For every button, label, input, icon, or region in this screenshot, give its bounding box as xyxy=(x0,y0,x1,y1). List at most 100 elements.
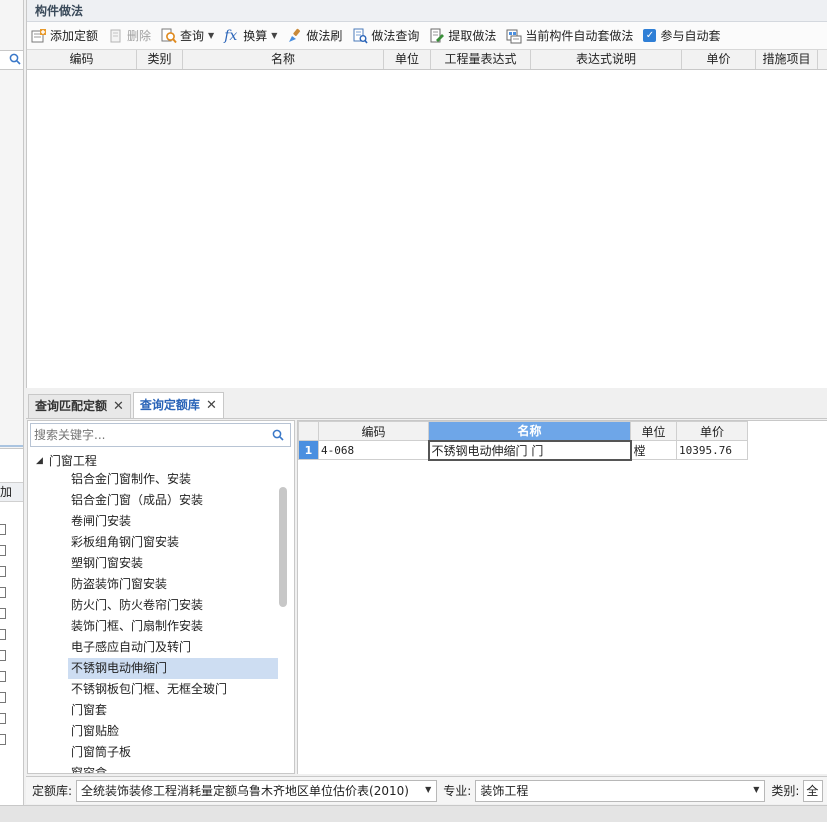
col-header-unit[interactable]: 单位 xyxy=(630,421,677,441)
close-icon[interactable]: ✕ xyxy=(206,394,217,417)
col-header-name[interactable]: 名称 xyxy=(183,50,384,69)
chevron-down-icon[interactable]: ▼ xyxy=(753,785,759,794)
quota-filter-bar: 定额库: 全统装饰装修工程消耗量定额乌鲁木齐地区单位估价表(2010) ▼ 专业… xyxy=(26,776,827,804)
check-icon[interactable]: ✓ xyxy=(643,29,657,42)
tree-item[interactable]: 窗帘盒 xyxy=(68,763,278,773)
method-brush-button[interactable]: 做法刷 xyxy=(287,27,342,44)
tree-item[interactable]: 装饰门框、门扇制作安装 xyxy=(68,616,278,637)
row-checkbox[interactable] xyxy=(0,629,6,640)
extract-method-button[interactable]: 提取做法 xyxy=(429,27,496,44)
cell-name[interactable]: 不锈钢电动伸缩门 门 xyxy=(427,439,632,461)
major-label: 专业: xyxy=(443,784,472,798)
col-header-category[interactable]: 类别 xyxy=(137,50,183,69)
col-header-price[interactable]: 单价 xyxy=(682,50,756,69)
search-icon[interactable] xyxy=(9,53,21,65)
delete-icon xyxy=(110,29,121,42)
cell-unit[interactable]: 樘 xyxy=(630,440,677,460)
col-header-name[interactable]: 名称 xyxy=(428,421,631,441)
tree-item[interactable]: 防盗装饰门窗安装 xyxy=(68,574,278,595)
col-header-measure[interactable]: 措施项目 xyxy=(756,50,818,69)
tree-item[interactable]: 门窗筒子板 xyxy=(68,742,278,763)
keyword-search-box[interactable] xyxy=(30,423,291,447)
expand-triangle-icon[interactable]: ◢ xyxy=(36,451,43,471)
tree-item[interactable]: 铝合金门窗制作、安装 xyxy=(68,469,278,490)
tree-item[interactable]: 防火门、防火卷帘门安装 xyxy=(68,595,278,616)
col-header-quantity-expr[interactable]: 工程量表达式 xyxy=(431,50,531,69)
col-header-code[interactable]: 编码 xyxy=(27,50,137,69)
table-row[interactable]: 1 4-068 不锈钢电动伸缩门 门 樘 10395.76 xyxy=(298,439,748,461)
left-divider xyxy=(0,445,23,447)
row-checkbox[interactable] xyxy=(0,566,6,577)
category-select[interactable]: 全 xyxy=(803,779,823,802)
auto-apply-current-label: 当前构件自动套做法 xyxy=(525,29,634,43)
auto-apply-current-button[interactable]: 当前构件自动套做法 xyxy=(506,27,633,44)
major-select[interactable]: 装饰工程 ▼ xyxy=(475,779,766,802)
row-number[interactable]: 1 xyxy=(298,440,319,460)
row-checkbox[interactable] xyxy=(0,524,6,535)
row-checkbox[interactable] xyxy=(0,545,6,556)
category-label: 类别: xyxy=(771,784,800,798)
quota-result-pane: 编码 名称 单位 单价 1 4-068 不锈钢电动伸缩门 门 樘 10395.7… xyxy=(297,420,827,774)
search-icon[interactable] xyxy=(272,429,284,441)
tree-item[interactable]: 门窗贴脸 xyxy=(68,721,278,742)
convert-button[interactable]: fx 换算 ▼ xyxy=(224,27,277,44)
row-checkbox[interactable] xyxy=(0,650,6,661)
tree-item[interactable]: 不锈钢板包门框、无框全玻门 xyxy=(68,679,278,700)
left-column-header: 加 xyxy=(0,482,23,502)
method-brush-label: 做法刷 xyxy=(306,29,343,43)
tab-label: 查询定额库 xyxy=(139,398,200,412)
participate-auto-label: 参与自动套 xyxy=(660,29,721,43)
row-checkbox[interactable] xyxy=(0,608,6,619)
panel-title: 构件做法 xyxy=(27,0,827,22)
category-value: 全 xyxy=(806,784,819,798)
query-icon xyxy=(161,28,177,43)
row-checkbox[interactable] xyxy=(0,734,6,745)
tree-item[interactable]: 塑钢门窗安装 xyxy=(68,553,278,574)
tree-item[interactable]: 门窗套 xyxy=(68,700,278,721)
tree-root-node[interactable]: ◢ 门窗工程 xyxy=(36,451,97,471)
tree-item[interactable]: 电子感应自动门及转门 xyxy=(68,637,278,658)
col-header-price[interactable]: 单价 xyxy=(676,421,748,441)
query-button[interactable]: 查询 ▼ xyxy=(161,27,214,44)
tree-item[interactable]: 铝合金门窗（成品）安装 xyxy=(68,490,278,511)
chevron-down-icon[interactable]: ▼ xyxy=(271,31,277,40)
participate-auto-checkbox[interactable]: ✓ 参与自动套 xyxy=(643,27,720,44)
col-header-unit[interactable]: 单位 xyxy=(384,50,431,69)
add-quota-icon xyxy=(31,28,46,42)
col-header-code[interactable]: 编码 xyxy=(318,421,429,441)
col-header-expr-desc[interactable]: 表达式说明 xyxy=(531,50,682,69)
chevron-down-icon[interactable]: ▼ xyxy=(208,31,214,40)
row-checkbox[interactable] xyxy=(0,713,6,724)
method-query-button[interactable]: 做法查询 xyxy=(352,27,419,44)
tree-item[interactable]: 彩板组角钢门窗安装 xyxy=(68,532,278,553)
quota-tree-pane: ◢ 门窗工程 铝合金门窗制作、安装铝合金门窗（成品）安装卷闸门安装彩板组角钢门窗… xyxy=(27,420,295,774)
tree-scrollbar[interactable] xyxy=(279,487,287,607)
cell-price[interactable]: 10395.76 xyxy=(676,440,748,460)
chevron-down-icon[interactable]: ▼ xyxy=(425,785,431,794)
row-checkbox[interactable] xyxy=(0,692,6,703)
close-icon[interactable]: ✕ xyxy=(113,395,124,418)
method-grid-header: 编码 类别 名称 单位 工程量表达式 表达式说明 单价 措施项目 xyxy=(27,50,827,70)
delete-button[interactable]: 删除 xyxy=(108,27,151,44)
tree-item[interactable]: 不锈钢电动伸缩门 xyxy=(68,658,278,679)
delete-label: 删除 xyxy=(127,29,152,43)
row-number-header xyxy=(298,421,319,441)
quota-lib-select[interactable]: 全统装饰装修工程消耗量定额乌鲁木齐地区单位估价表(2010) ▼ xyxy=(76,779,438,802)
cell-code[interactable]: 4-068 xyxy=(318,440,429,460)
add-quota-button[interactable]: 添加定额 xyxy=(31,27,98,44)
tree-root-label: 门窗工程 xyxy=(48,454,97,468)
left-search-field[interactable] xyxy=(0,50,23,70)
tab-match-quota[interactable]: 查询匹配定额 ✕ xyxy=(28,394,131,418)
method-grid-body[interactable] xyxy=(27,70,827,386)
tree-item[interactable]: 卷闸门安装 xyxy=(68,511,278,532)
row-checkbox[interactable] xyxy=(0,671,6,682)
quota-lib-label: 定额库: xyxy=(32,784,73,798)
tab-quota-library[interactable]: 查询定额库 ✕ xyxy=(132,392,224,418)
brush-icon xyxy=(289,28,301,42)
row-checkbox[interactable] xyxy=(0,587,6,598)
extract-icon xyxy=(430,28,445,42)
method-query-label: 做法查询 xyxy=(371,29,420,43)
keyword-search-input[interactable] xyxy=(31,424,261,446)
function-fx-icon: fx xyxy=(224,27,238,44)
convert-label: 换算 xyxy=(243,29,268,43)
